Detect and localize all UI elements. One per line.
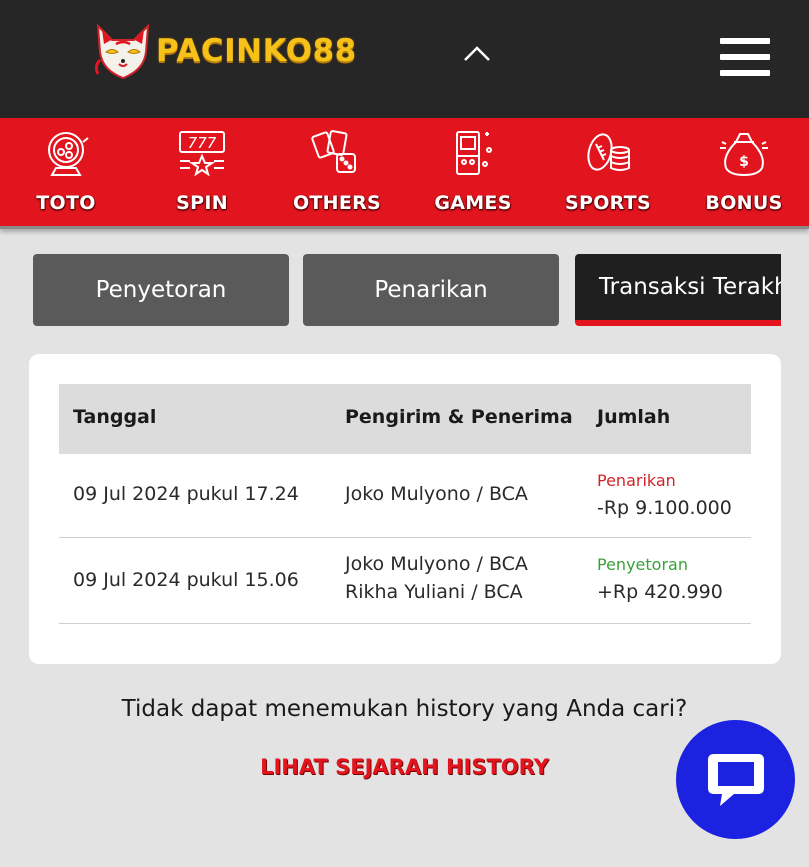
column-header-amount: Jumlah (597, 406, 671, 428)
hamburger-menu-icon (720, 38, 770, 44)
category-bonus[interactable]: $ BONUS (689, 118, 799, 226)
category-toto[interactable]: TOTO (11, 118, 121, 226)
arcade-machine-icon (456, 131, 492, 175)
row-amount: +Rp 420.990 (597, 581, 723, 603)
slot-777-icon: 777 (179, 131, 225, 177)
row-date: 09 Jul 2024 pukul 17.24 (73, 483, 299, 505)
row-party: Joko Mulyono / BCA (345, 483, 528, 505)
category-label: GAMES (434, 192, 512, 214)
table-header: Tanggal Pengirim & Penerima Jumlah (59, 384, 751, 454)
football-coins-icon (587, 133, 630, 171)
collapse-button[interactable] (460, 40, 494, 68)
lottery-drum-icon (48, 132, 89, 176)
hamburger-menu-icon (720, 70, 770, 76)
logo-text: PACINKO88 (156, 33, 357, 69)
row-type-deposit: Penyetoran (597, 555, 688, 574)
hamburger-menu-button[interactable] (718, 36, 772, 78)
tab-withdraw[interactable]: Penarikan (303, 254, 559, 326)
category-label: TOTO (36, 192, 96, 214)
table-row: 09 Jul 2024 pukul 15.06 Joko Mulyono / B… (59, 538, 751, 624)
category-label: OTHERS (292, 192, 382, 214)
fox-mask-icon (94, 23, 150, 80)
row-type-withdraw: Penarikan (597, 471, 676, 490)
cards-dice-icon (311, 130, 356, 173)
chevron-up-icon (464, 46, 490, 61)
category-spin[interactable]: 777 SPIN (147, 118, 257, 226)
category-label: SPIN (176, 192, 228, 214)
category-label: BONUS (705, 192, 783, 214)
category-others[interactable]: OTHERS (282, 118, 392, 226)
tab-recent-transactions[interactable]: Transaksi Terakhir (575, 254, 781, 326)
chat-bubble-icon (708, 754, 764, 806)
category-label: SPORTS (565, 192, 651, 214)
hamburger-menu-icon (720, 54, 770, 60)
svg-text:$: $ (739, 154, 749, 170)
category-nav: TOTO 777 SPIN OTHERS GAMES SPORTS $ BONU… (0, 118, 809, 229)
site-logo[interactable]: PACINKO88 (92, 22, 357, 80)
column-header-date: Tanggal (73, 406, 157, 428)
table-row: 09 Jul 2024 pukul 17.24 Joko Mulyono / B… (59, 454, 751, 538)
not-found-text: Tidak dapat menemukan history yang Anda … (121, 696, 688, 722)
category-games[interactable]: GAMES (418, 118, 528, 226)
live-chat-button[interactable] (676, 720, 795, 839)
top-header: PACINKO88 (0, 0, 809, 118)
column-header-parties: Pengirim & Penerima (345, 406, 573, 428)
category-sports[interactable]: SPORTS (553, 118, 663, 226)
tab-deposit[interactable]: Penyetoran (33, 254, 289, 326)
row-date: 09 Jul 2024 pukul 15.06 (73, 569, 299, 591)
row-party-sender: Joko Mulyono / BCA (345, 553, 528, 575)
row-party-receiver: Rikha Yuliani / BCA (345, 581, 523, 603)
transactions-card: Tanggal Pengirim & Penerima Jumlah 09 Ju… (29, 354, 781, 664)
row-amount: -Rp 9.100.000 (597, 497, 732, 519)
money-bag-icon: $ (720, 133, 768, 177)
svg-text:777: 777 (188, 134, 217, 152)
